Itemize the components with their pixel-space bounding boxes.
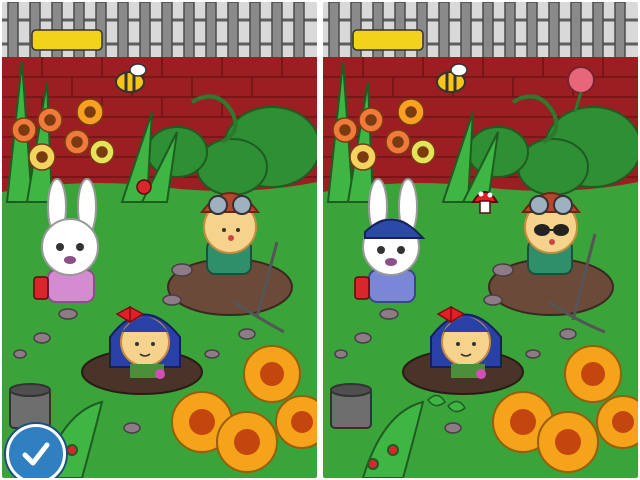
yellow-car — [352, 29, 424, 51]
original-scene[interactable] — [2, 2, 317, 478]
yellow-car — [31, 29, 103, 51]
complete-checkmark-button[interactable] — [6, 424, 66, 478]
modified-picture-panel[interactable] — [323, 2, 638, 478]
original-picture-panel[interactable] — [2, 2, 317, 478]
carrot-basket — [354, 276, 370, 300]
boy-character — [521, 192, 581, 275]
game-stage — [0, 0, 640, 480]
carrot-basket — [33, 276, 49, 300]
bucket-icon — [9, 383, 51, 429]
red-ball-icon — [136, 179, 152, 195]
boy-character — [200, 192, 260, 275]
checkmark-icon — [22, 442, 50, 466]
modified-scene[interactable] — [323, 2, 638, 478]
bucket-icon — [330, 383, 372, 429]
goggles-icon — [208, 195, 228, 215]
goggles-icon — [529, 195, 549, 215]
